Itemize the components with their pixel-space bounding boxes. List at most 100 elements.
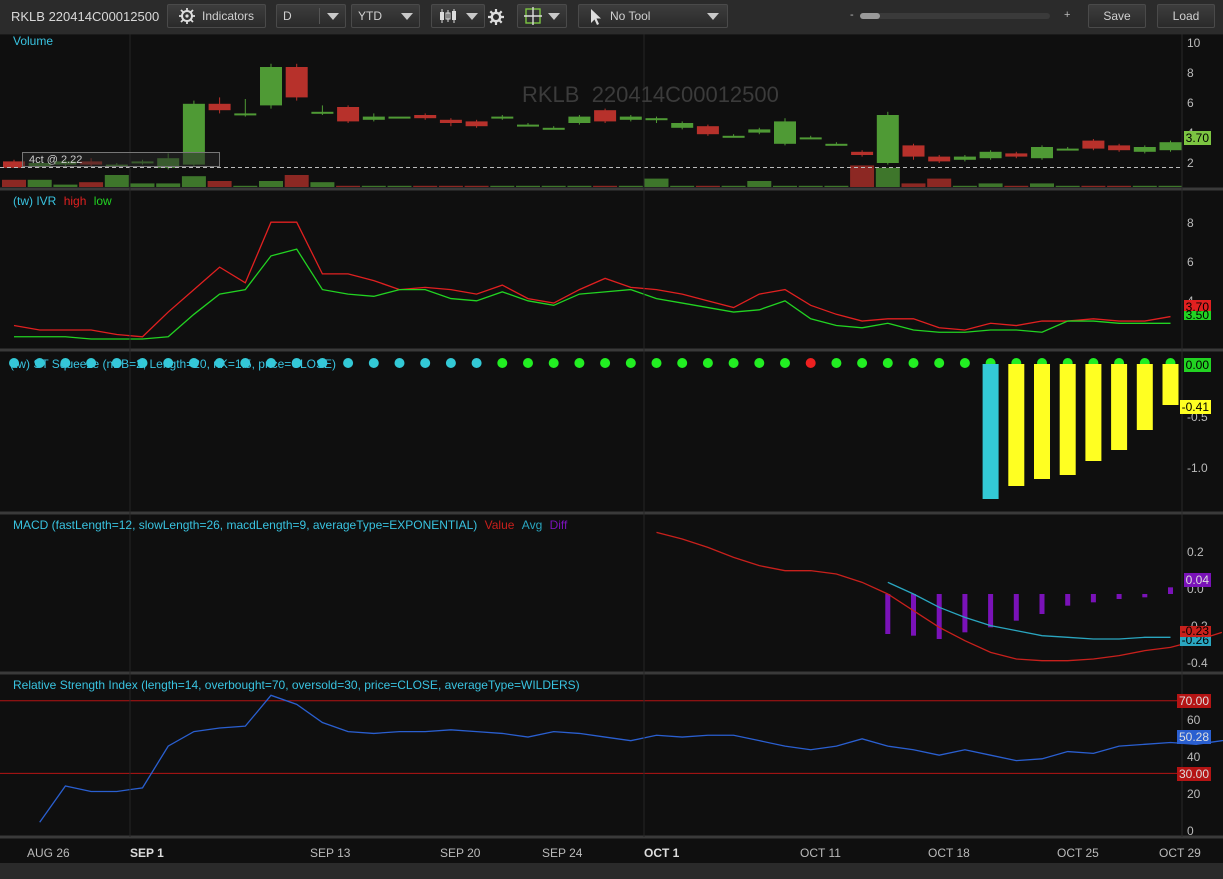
- x-tick: OCT 11: [800, 846, 841, 860]
- candle-body: [851, 151, 874, 155]
- range-dropdown[interactable]: YTD: [351, 4, 420, 28]
- volume-bar: [53, 184, 78, 187]
- candle-body: [465, 121, 488, 127]
- squeeze-dot: [574, 358, 585, 368]
- position-label[interactable]: 4ct @ 2.22: [22, 152, 220, 167]
- macd-diff-bar: [911, 594, 916, 636]
- volume-bar: [2, 179, 26, 187]
- squeeze-panel: [9, 358, 1179, 499]
- squeeze-dot: [600, 358, 611, 368]
- x-tick: OCT 1: [644, 846, 680, 860]
- zoom-slider[interactable]: [860, 13, 1050, 19]
- volume-bar: [1030, 183, 1054, 187]
- candle-body: [774, 121, 796, 144]
- volume-bar: [952, 185, 977, 187]
- volume-bar: [567, 185, 592, 187]
- chart-style-dropdown[interactable]: [431, 4, 485, 28]
- toolbar: RKLB 220414C00012500 Indicators D YTD No…: [0, 0, 1223, 35]
- volume-bar: [773, 185, 797, 187]
- macd-diff-bar: [1116, 594, 1122, 599]
- volume-bar: [618, 185, 643, 187]
- macd-diff-bar: [988, 594, 994, 628]
- chevron-down-icon: [466, 13, 478, 20]
- ivr-title: (tw) IVR: [13, 194, 57, 208]
- volume-bar: [79, 182, 104, 187]
- volume-bar: [1158, 185, 1183, 187]
- candle-body: [645, 118, 668, 121]
- squeeze-dot: [471, 358, 482, 368]
- gear-icon: [179, 8, 195, 24]
- macd-diff-bar: [885, 594, 891, 634]
- volume-bar: [259, 181, 283, 187]
- symbol-label[interactable]: RKLB 220414C00012500: [11, 9, 159, 24]
- volume-bar: [695, 185, 720, 187]
- indicators-label: Indicators: [202, 9, 255, 23]
- ivr-legend: (tw) IVR high low: [13, 194, 112, 208]
- volume-bar: [27, 179, 52, 187]
- candle-body: [1108, 145, 1131, 151]
- squeeze-dot: [805, 358, 816, 368]
- macd-value-label: Value: [484, 518, 515, 532]
- volume-bar: [207, 181, 232, 187]
- zoom-in-button[interactable]: +: [1064, 9, 1070, 21]
- ivr-low-badge: 3.50: [1183, 311, 1211, 320]
- zoom-slider-thumb[interactable]: [860, 13, 880, 19]
- volume-bar: [1055, 185, 1080, 187]
- y-tick: 40: [1187, 750, 1201, 764]
- ivr-low-line: [14, 248, 1171, 340]
- tool-dropdown[interactable]: No Tool: [578, 4, 728, 28]
- candle-body: [362, 116, 385, 120]
- x-tick: SEP 1: [130, 846, 164, 860]
- candle-body: [928, 156, 951, 162]
- candle-body: [748, 129, 771, 133]
- x-tick: SEP 13: [310, 846, 351, 860]
- y-tick: 2: [1187, 156, 1194, 170]
- volume-bar: [104, 175, 129, 187]
- y-tick: 8: [1187, 66, 1194, 80]
- volume-bar: [438, 185, 463, 187]
- candle-body: [799, 137, 822, 140]
- volume-bar: [721, 185, 746, 187]
- horizontal-scrollbar[interactable]: [0, 863, 1223, 879]
- zoom-out-button[interactable]: -: [850, 9, 854, 21]
- candle-body: [979, 151, 1002, 159]
- squeeze-dot: [394, 358, 405, 368]
- save-button[interactable]: Save: [1088, 4, 1146, 28]
- volume-bar: [670, 185, 695, 187]
- load-button[interactable]: Load: [1157, 4, 1215, 28]
- aggregation-dropdown[interactable]: D: [276, 4, 346, 28]
- squeeze-dot: [831, 358, 842, 368]
- y-tick: -0.4: [1187, 656, 1208, 670]
- y-tick: 8: [1187, 216, 1194, 230]
- indicators-button[interactable]: Indicators: [167, 4, 266, 28]
- squeeze-histogram-bar: [1111, 364, 1128, 450]
- squeeze-dot: [934, 358, 945, 368]
- squeeze-dot: [677, 358, 688, 368]
- squeeze-dot: [857, 358, 868, 368]
- macd-diff-badge: 0.04: [1183, 573, 1211, 587]
- candle-body: [902, 145, 925, 157]
- squeeze-dot: [420, 358, 431, 368]
- candle-body: [825, 143, 848, 146]
- candle-body: [1082, 140, 1105, 149]
- candle-body: [439, 119, 462, 123]
- squeeze-dot: [908, 358, 919, 368]
- rsi-title: Relative Strength Index (length=14, over…: [13, 678, 580, 692]
- candle-body: [234, 113, 257, 116]
- x-tick: OCT 25: [1057, 846, 1099, 860]
- squeeze-histogram-bar: [1162, 364, 1179, 405]
- rsi-value-badge: 50.28: [1176, 730, 1211, 744]
- candle-body: [414, 115, 437, 119]
- volume-bar: [413, 185, 438, 187]
- settings-gear-icon[interactable]: [487, 8, 505, 26]
- squeeze-title: (tw) ST Squeeze (nBB=2, Length=20, nK=1.…: [10, 357, 336, 371]
- candle-body: [619, 116, 642, 120]
- volume-bar: [1107, 185, 1132, 187]
- rsi-panel: [0, 694, 1223, 823]
- squeeze-histogram-bar: [1136, 364, 1153, 430]
- volume-bar: [181, 176, 206, 187]
- volume-bar: [516, 185, 540, 187]
- volume-bar: [901, 183, 926, 187]
- drawing-tools-dropdown[interactable]: [517, 4, 567, 28]
- squeeze-dot: [651, 358, 662, 368]
